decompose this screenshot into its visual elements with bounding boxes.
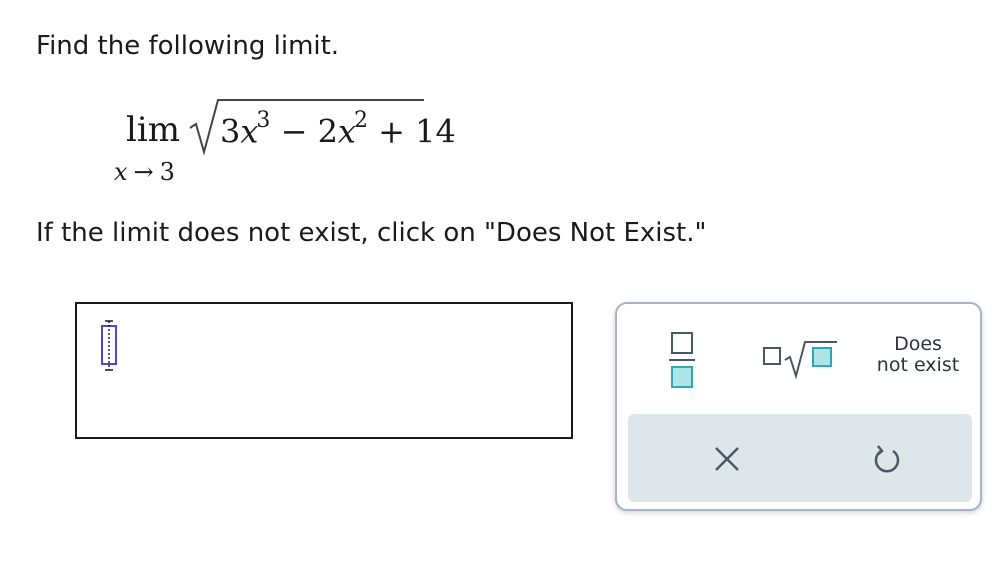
undo-button[interactable] xyxy=(870,442,904,476)
limit-expression: lim x → 3 3x3 − 2x2 + 14 xyxy=(0,0,1006,200)
fraction-icon xyxy=(669,332,695,388)
fraction-button[interactable] xyxy=(663,330,703,390)
undo-icon xyxy=(874,445,900,473)
approach-arrow: → xyxy=(133,158,154,186)
text-cursor-icon xyxy=(101,320,117,371)
approach-value: 3 xyxy=(159,158,175,186)
does-not-exist-button[interactable]: Does not exist xyxy=(855,334,981,384)
answer-input[interactable] xyxy=(75,302,573,439)
lim-subscript: x → 3 xyxy=(114,158,175,186)
operator-plus: + xyxy=(378,112,405,151)
action-tray xyxy=(628,414,972,502)
nth-root-button[interactable] xyxy=(761,338,841,380)
lim-variable: x xyxy=(114,158,128,186)
term2-coefficient: 2 xyxy=(317,112,338,151)
lim-operator: lim xyxy=(126,110,180,150)
term1-coefficient: 3 xyxy=(220,112,241,151)
radicand: 3x3 − 2x2 + 14 xyxy=(220,108,456,151)
math-palette: Does not exist xyxy=(615,302,982,511)
constant-term: 14 xyxy=(415,112,456,151)
dne-label-line1: Does xyxy=(894,333,942,355)
term1-exponent: 3 xyxy=(256,108,271,133)
clear-icon xyxy=(715,447,739,471)
operator-minus: − xyxy=(280,112,308,151)
root-icon xyxy=(763,341,837,380)
instruction-text: If the limit does not exist, click on "D… xyxy=(36,218,707,248)
term2-exponent: 2 xyxy=(353,108,368,133)
dne-label-line2: not exist xyxy=(876,354,960,376)
clear-button[interactable] xyxy=(710,442,744,476)
